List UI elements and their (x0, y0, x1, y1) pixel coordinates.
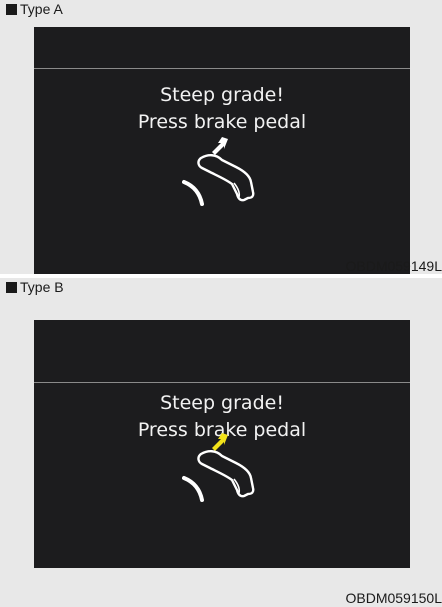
panel-label-type-a: Type A (6, 1, 63, 17)
figure-code-type-b: OBDM059150L (345, 590, 442, 606)
warning-message-line2: Press brake pedal (137, 111, 307, 133)
panel-type-b: Type B Steep grade! Press brake pedal OB… (0, 278, 442, 607)
warning-message-line1: Steep grade! (160, 392, 284, 414)
display-divider-line (34, 68, 410, 69)
figure-code-type-a: OBDM059149L (345, 258, 442, 274)
warning-message-line1: Steep grade! (160, 84, 284, 106)
display-divider-line (34, 382, 410, 383)
square-bullet-icon (6, 282, 17, 293)
brake-pedal-foot-icon (182, 137, 255, 206)
square-bullet-icon (6, 4, 17, 15)
cluster-display-type-b: Steep grade! Press brake pedal (34, 320, 410, 568)
arrow-icon (212, 137, 228, 155)
warning-message: Steep grade! Press brake pedal (34, 82, 410, 136)
panel-type-a: Type A Steep grade! Press brake pedal OB… (0, 0, 442, 279)
panel-label-type-b: Type B (6, 279, 64, 295)
cluster-display-type-a: Steep grade! Press brake pedal (34, 27, 410, 279)
arrow-icon (212, 433, 228, 451)
panel-label-text: Type B (20, 279, 64, 295)
brake-pedal-foot-icon (182, 433, 255, 502)
panel-label-text: Type A (20, 1, 63, 17)
